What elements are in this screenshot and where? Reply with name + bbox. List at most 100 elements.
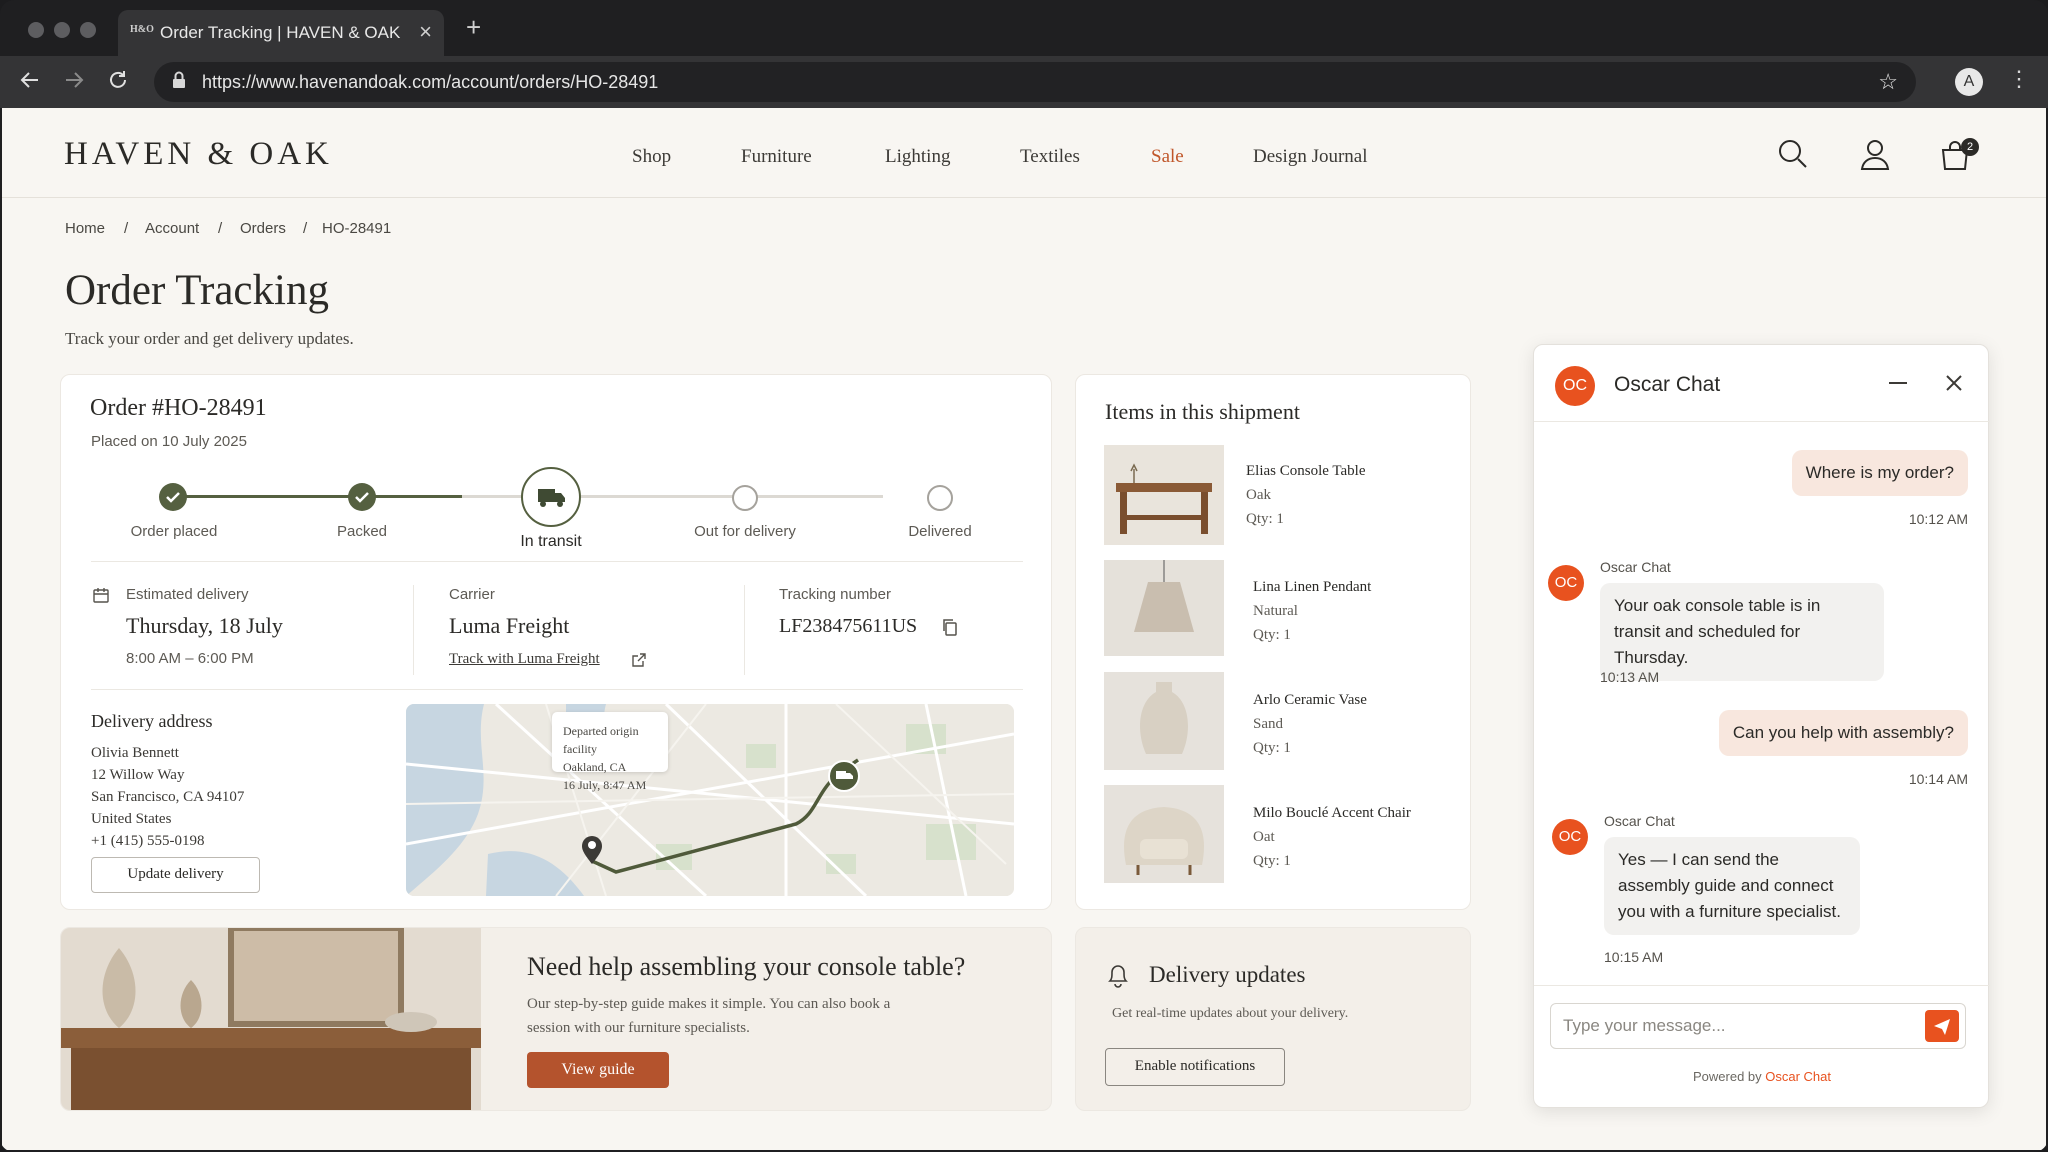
update-delivery-button[interactable]: Update delivery (91, 857, 260, 893)
window-minimize-dot[interactable] (54, 22, 70, 38)
url-text: https://www.havenandoak.com/account/orde… (202, 72, 659, 92)
estimated-delivery-window: 8:00 AM – 6:00 PM (126, 650, 254, 667)
reload-icon[interactable] (106, 68, 130, 98)
breadcrumb-account[interactable]: Account (145, 220, 199, 237)
divider (1534, 421, 1990, 422)
calendar-icon (93, 587, 109, 608)
profile-avatar[interactable]: A (1955, 68, 1983, 96)
browser-menu-icon[interactable]: ⋮ (2008, 66, 2030, 92)
item-details: Elias Console Table Oak Qty: 1 (1246, 459, 1366, 531)
site-header: HAVEN & OAK Shop Furniture Lighting Text… (2, 108, 2046, 198)
copy-icon[interactable] (941, 618, 959, 641)
order-card: Order #HO-28491 Placed on 10 July 2025 O… (60, 374, 1052, 910)
enable-notifications-button[interactable]: Enable notifications (1105, 1048, 1285, 1086)
pendant-lamp-image[interactable] (1104, 560, 1224, 656)
console-table-image[interactable] (1104, 445, 1224, 545)
nav-design-journal[interactable]: Design Journal (1253, 146, 1368, 168)
browser-toolbar: https://www.havenandoak.com/account/orde… (0, 56, 2048, 108)
lock-icon (172, 71, 186, 94)
window-maximize-dot[interactable] (80, 22, 96, 38)
divider (413, 585, 414, 675)
divider (744, 585, 745, 675)
chat-title: Oscar Chat (1614, 373, 1721, 396)
console-room-image (61, 928, 481, 1110)
item-name[interactable]: Arlo Ceramic Vase (1253, 688, 1367, 712)
step-label-packed: Packed (336, 523, 388, 540)
promo-title: Need help assembling your console table? (527, 952, 966, 981)
bot-message: Yes — I can send the assembly guide and … (1604, 837, 1860, 935)
map-popup-location: Oakland, CA (563, 760, 627, 774)
bookmark-star-icon[interactable]: ☆ (1878, 69, 1898, 95)
forward-icon[interactable] (62, 68, 86, 98)
map-popup-time: 16 July, 8:47 AM (563, 778, 647, 792)
item-variant: Natural (1253, 603, 1298, 619)
external-link-icon[interactable] (631, 652, 647, 673)
message-time: 10:14 AM (1908, 771, 1968, 787)
browser-tab[interactable]: H&O Order Tracking | HAVEN & OAK × (118, 10, 444, 56)
item-qty: Qty: 1 (1253, 853, 1291, 869)
estimated-delivery-day: Thursday, 18 July (126, 613, 283, 638)
window-close-dot[interactable] (28, 22, 44, 38)
tab-title: Order Tracking | HAVEN & OAK (160, 23, 401, 42)
nav-furniture[interactable]: Furniture (741, 146, 812, 168)
new-tab-icon[interactable]: + (466, 12, 481, 43)
step-packed-check-icon (348, 483, 376, 511)
divider (91, 561, 1023, 562)
chat-widget: OC Oscar Chat Where is my order? 10:12 A… (1533, 344, 1990, 1108)
order-placed-date: Placed on 10 July 2025 (91, 433, 247, 450)
close-icon[interactable] (1942, 371, 1966, 400)
close-tab-icon[interactable]: × (419, 19, 432, 45)
powered-by-prefix: Powered by (1692, 1069, 1762, 1084)
user-message: Where is my order? (1791, 450, 1968, 496)
site-logo[interactable]: HAVEN & OAK (64, 136, 333, 173)
breadcrumb-separator: / (124, 220, 129, 237)
item-name[interactable]: Elias Console Table (1246, 459, 1366, 483)
assembly-promo-card: Need help assembling your console table?… (60, 927, 1052, 1111)
breadcrumb-home[interactable]: Home (65, 220, 105, 237)
item-details: Arlo Ceramic Vase Sand Qty: 1 (1253, 688, 1367, 760)
bot-message: Your oak console table is in transit and… (1600, 583, 1884, 681)
web-page: HAVEN & OAK Shop Furniture Lighting Text… (2, 108, 2046, 1150)
item-qty: Qty: 1 (1253, 740, 1291, 756)
item-name[interactable]: Milo Bouclé Accent Chair (1253, 801, 1411, 825)
tracking-number: LF238475611US (779, 615, 918, 637)
nav-sale[interactable]: Sale (1151, 146, 1184, 168)
map-popup: Departed origin facility Oakland, CA 16 … (552, 712, 668, 792)
message-time: 10:15 AM (1604, 949, 1664, 965)
view-guide-button[interactable]: View guide (527, 1052, 669, 1088)
delivery-updates-body: Get real-time updates about your deliver… (1112, 1006, 1349, 1021)
bot-sender: Oscar Chat (1600, 559, 1671, 575)
nav-shop[interactable]: Shop (632, 146, 671, 168)
nav-lighting[interactable]: Lighting (885, 146, 950, 168)
step-order-placed-check-icon (159, 483, 187, 511)
search-icon[interactable] (1777, 138, 1809, 170)
back-icon[interactable] (18, 68, 42, 98)
user-message: Can you help with assembly? (1718, 710, 1968, 756)
nav-textiles[interactable]: Textiles (1020, 146, 1080, 168)
breadcrumb-separator: / (218, 220, 223, 237)
address-phone: +1 (415) 555-0198 (91, 833, 205, 849)
chat-message-input[interactable]: Type your message... (1550, 1003, 1966, 1049)
estimated-delivery-label: Estimated delivery (126, 586, 249, 603)
breadcrumb-current: HO-28491 (322, 220, 392, 237)
carrier-label: Carrier (449, 586, 495, 603)
vase-image[interactable] (1104, 672, 1224, 770)
carrier-name: Luma Freight (449, 613, 570, 638)
step-label-out-for-delivery: Out for delivery (694, 523, 796, 540)
address-bar[interactable]: https://www.havenandoak.com/account/orde… (154, 62, 1916, 102)
chat-input-placeholder: Type your message... (1563, 1016, 1726, 1035)
account-icon[interactable] (1859, 138, 1891, 170)
send-icon[interactable] (1925, 1010, 1959, 1042)
breadcrumb-orders[interactable]: Orders (240, 220, 286, 237)
delivery-updates-card: Delivery updates Get real-time updates a… (1075, 927, 1471, 1111)
item-name[interactable]: Lina Linen Pendant (1253, 575, 1371, 599)
step-label-in-transit: In transit (520, 533, 582, 550)
armchair-image[interactable] (1104, 785, 1224, 883)
message-time: 10:13 AM (1600, 669, 1660, 685)
powered-by-brand[interactable]: Oscar Chat (1765, 1069, 1831, 1084)
track-carrier-link[interactable]: Track with Luma Freight (449, 651, 600, 668)
minimize-icon[interactable] (1886, 371, 1910, 400)
cart-count-badge: 2 (1961, 138, 1979, 156)
item-details: Lina Linen Pendant Natural Qty: 1 (1253, 575, 1371, 647)
tracking-map[interactable]: Departed origin facility Oakland, CA 16 … (406, 704, 1014, 896)
